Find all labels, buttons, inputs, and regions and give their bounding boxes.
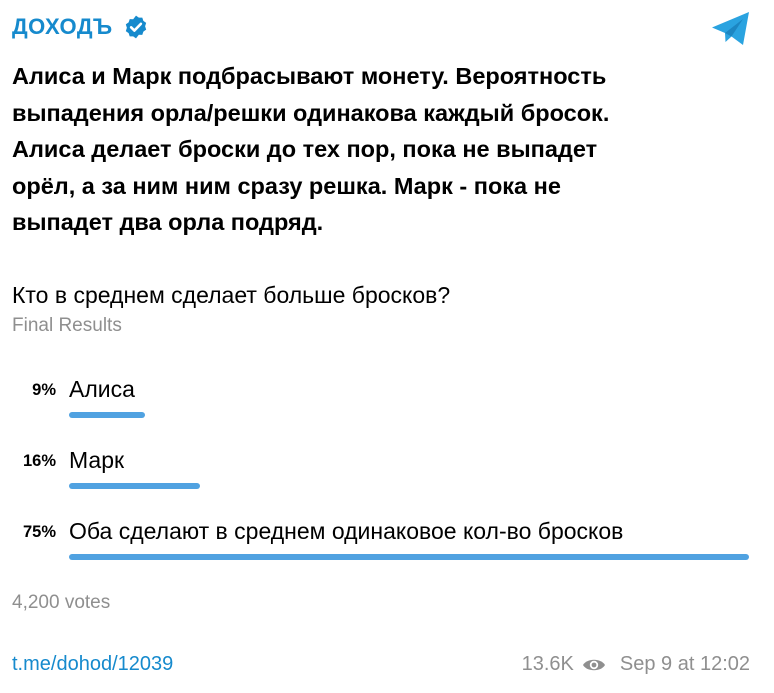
verified-badge-icon (125, 15, 146, 39)
poll-question: Кто в среднем сделает больше бросков? (12, 282, 451, 308)
poll-type-label: Final Results (12, 315, 122, 336)
poll-option-percent: 75% (22, 523, 56, 541)
post-date: Sep 9 at 12:02 (619, 653, 750, 675)
post-link[interactable]: t.me/dohod/12039 (12, 653, 173, 676)
post-footer: t.me/dohod/12039 13.6K Sep 9 at 12:02 (12, 653, 750, 679)
poll-option: 16% Марк (0, 447, 774, 507)
views-count: 13.6K (521, 653, 574, 675)
poll-option-label: Алиса (69, 376, 135, 402)
poll-option: 75% Оба сделают в среднем одинаковое кол… (0, 518, 774, 578)
poll-option-bar (69, 412, 145, 418)
poll-option-bar (69, 483, 200, 489)
poll-option-label: Марк (69, 447, 125, 473)
poll-votes-count: 4,200 votes (12, 592, 111, 613)
post-meta: 13.6K Sep 9 at 12:02 (522, 653, 750, 676)
poll-option-percent: 9% (32, 381, 56, 399)
eye-icon (582, 659, 605, 670)
post-card: ДОХОДЪ Алиса и Марк подбрасывают монету.… (0, 0, 774, 693)
poll-option-bar (69, 554, 749, 560)
poll-option-percent: 16% (22, 452, 56, 470)
post-text: Алиса и Марк подбрасывают монету. Вероят… (12, 63, 610, 235)
poll-option: 9% Алиса (0, 376, 774, 436)
channel-name[interactable]: ДОХОДЪ (12, 14, 113, 40)
telegram-icon[interactable] (710, 10, 752, 48)
post-header: ДОХОДЪ (12, 10, 149, 44)
poll-option-label: Оба сделают в среднем одинаковое кол-во … (69, 518, 624, 544)
